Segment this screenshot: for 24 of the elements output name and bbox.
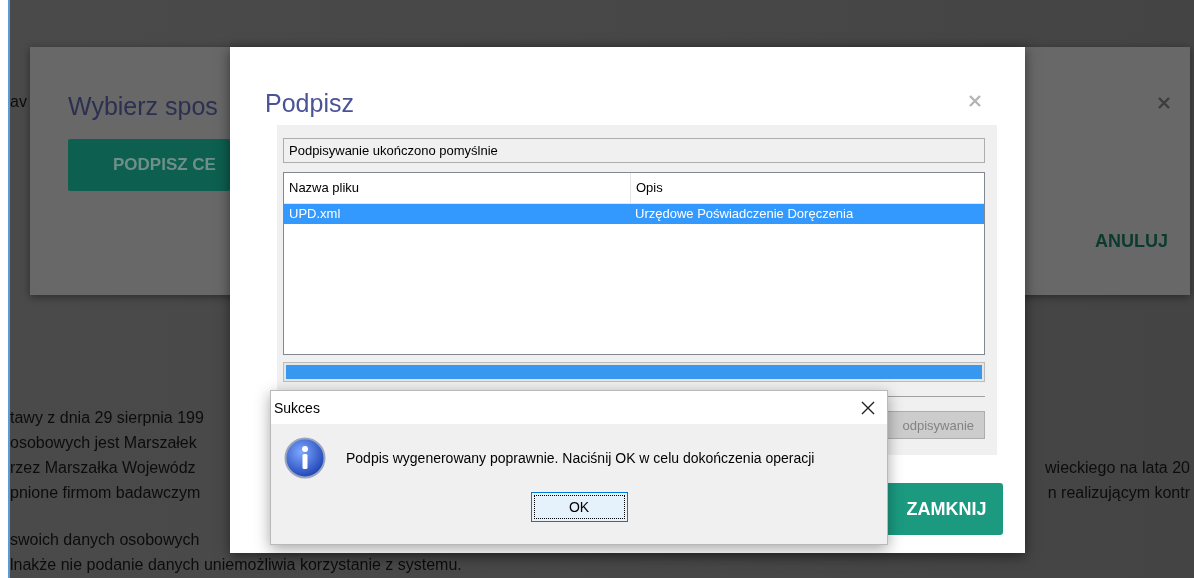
status-field: Podpisywanie ukończono pomyślnie bbox=[283, 138, 985, 163]
page-text: rzez Marszałka Wojewódz bbox=[10, 458, 196, 478]
column-header[interactable]: Nazwa pliku bbox=[284, 173, 630, 203]
page-text: wieckiego na lata 20 bbox=[1045, 458, 1190, 478]
dialog-title: Wybierz spos bbox=[68, 91, 219, 121]
page-text: lnakże nie podanie danych uniemożliwia korzystanie z systemu. bbox=[10, 555, 462, 575]
page-text: av bbox=[10, 92, 28, 112]
dialog-title: Sukces bbox=[274, 399, 320, 416]
page-text: osobowych jest Marszałek bbox=[10, 433, 197, 453]
table-cell-text: Urzędowe Poświadczenie Doręczenia bbox=[634, 205, 855, 223]
dialog-title: Podpisz bbox=[265, 88, 354, 119]
table-row[interactable]: UPD.xml Urzędowe Poświadczenie Doręczenia bbox=[284, 204, 984, 224]
page-text: swoich danych osobowych bbox=[10, 530, 200, 550]
page-text: n realizującym kontr bbox=[1047, 483, 1190, 503]
close-icon[interactable] bbox=[861, 400, 875, 415]
cancel-button[interactable]: ANULUJ bbox=[1091, 215, 1172, 267]
info-icon bbox=[284, 437, 326, 479]
ok-button[interactable]: OK bbox=[530, 492, 628, 522]
sign-button[interactable]: PODPISZ CE bbox=[68, 139, 230, 191]
message-text: Podpis wygenerowany poprawnie. Naciśnij OK w celu dokończenia operacji bbox=[346, 450, 815, 466]
table-cell-text: UPD.xml bbox=[288, 205, 342, 223]
page-text: tawy z dnia 29 sierpnia 199 bbox=[10, 408, 204, 428]
column-header[interactable]: Opis bbox=[630, 173, 984, 203]
page-text: pnione firmom badawczym bbox=[10, 483, 201, 503]
